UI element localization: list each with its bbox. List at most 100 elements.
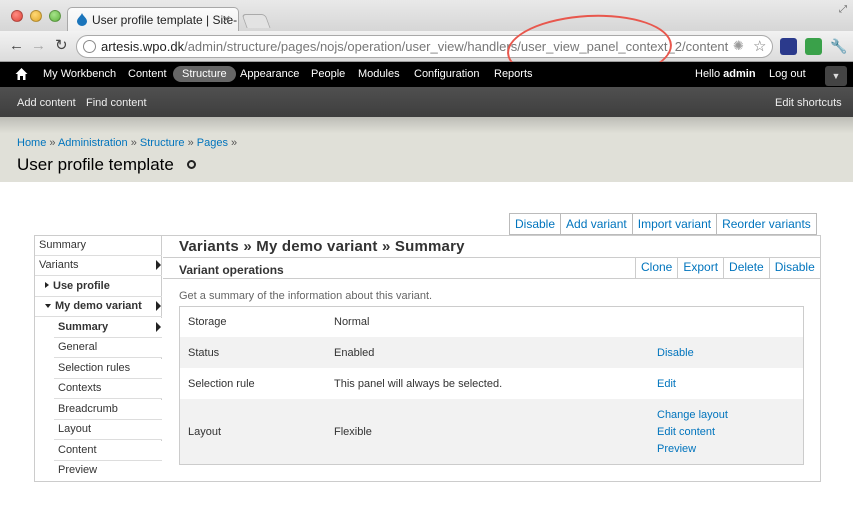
breadcrumb-structure[interactable]: Structure	[140, 137, 185, 149]
add-variant-button[interactable]: Add variant	[561, 214, 633, 234]
sidebar-sub-content[interactable]: Content	[54, 441, 162, 461]
sidebar-sub-general[interactable]: General	[54, 338, 162, 358]
status-disable-link[interactable]: Disable	[657, 347, 694, 359]
arrow-right-icon	[156, 301, 161, 311]
operations-label: Variant operations	[179, 263, 284, 277]
page-actions: Disable Add variant Import variant Reord…	[509, 213, 817, 235]
browser-toolbar: ← → ↻ artesis.wpo.dk/admin/structure/pag…	[0, 31, 853, 62]
sidebar-variants[interactable]: Variants	[35, 256, 162, 276]
table-row: Status Enabled Disable	[180, 337, 803, 368]
shortcut-bar: Add content Find content Edit shortcuts	[0, 87, 853, 117]
table-row: Storage Normal	[180, 307, 803, 337]
screen: User profile template | Site-I ✕ ⤢ ← → ↻…	[0, 0, 853, 529]
back-icon[interactable]: ←	[9, 37, 24, 55]
page-action-icon[interactable]: ✺	[733, 38, 744, 54]
disable-page-button[interactable]: Disable	[510, 214, 562, 234]
extension-icon[interactable]	[780, 38, 797, 55]
arrow-right-icon	[156, 260, 161, 270]
shortcut-add-content[interactable]: Add content	[17, 97, 76, 109]
sidebar-sub-selection-rules[interactable]: Selection rules	[54, 359, 162, 379]
reload-icon[interactable]: ↻	[55, 37, 68, 55]
refresh-extension-icon[interactable]	[805, 38, 822, 55]
sidebar-my-demo-variant-label: My demo variant	[55, 300, 142, 312]
browser-tab[interactable]: User profile template | Site-I ✕	[67, 7, 239, 31]
menu-configuration[interactable]: Configuration	[414, 68, 479, 80]
breadcrumb-administration[interactable]: Administration	[58, 137, 128, 149]
shortcut-toggle-button[interactable]: ▼	[825, 66, 847, 86]
reorder-variants-button[interactable]: Reorder variants	[717, 214, 817, 234]
fullscreen-icon[interactable]: ⤢	[839, 4, 847, 15]
sidebar-sub-summary[interactable]: Summary	[54, 318, 162, 338]
sidebar-sub-contexts[interactable]: Contexts	[54, 379, 162, 399]
breadcrumb: Home » Administration » Structure » Page…	[17, 137, 238, 149]
edit-content-link[interactable]: Edit content	[657, 426, 715, 438]
export-button[interactable]: Export	[678, 257, 725, 279]
menu-appearance[interactable]: Appearance	[240, 68, 299, 80]
summary-table: Storage Normal Status Enabled Disable Se…	[179, 306, 804, 465]
table-row: Layout Flexible Change layout Edit conte…	[180, 399, 803, 464]
forward-icon[interactable]: →	[31, 37, 46, 55]
clone-button[interactable]: Clone	[636, 257, 679, 279]
window-minimize-button[interactable]	[30, 10, 42, 22]
row-value: Enabled	[334, 347, 375, 359]
row-label: Status	[188, 347, 220, 359]
menu-people[interactable]: People	[311, 68, 345, 80]
bookmark-star-icon[interactable]: ☆	[753, 37, 766, 55]
sidebar-sub-preview[interactable]: Preview	[54, 461, 162, 481]
delete-button[interactable]: Delete	[724, 257, 770, 279]
sidebar-my-demo-variant[interactable]: My demo variant	[35, 297, 162, 317]
new-tab-button[interactable]	[241, 14, 271, 28]
username: admin	[723, 68, 756, 80]
wrench-icon[interactable]: 🔧	[830, 37, 847, 55]
hello-user[interactable]: Hello admin	[695, 68, 756, 80]
row-value: This panel will always be selected.	[334, 378, 503, 390]
arrow-right-icon	[156, 322, 161, 332]
sidebar-sub-layout[interactable]: Layout	[54, 420, 162, 440]
drupal-favicon-icon	[77, 13, 87, 26]
row-label: Selection rule	[188, 378, 255, 390]
sidebar-sub-breadcrumb[interactable]: Breadcrumb	[54, 400, 162, 420]
menu-modules[interactable]: Modules	[358, 68, 400, 80]
breadcrumb-pages[interactable]: Pages	[197, 137, 228, 149]
content-title: Variants » My demo variant » Summary	[179, 238, 465, 255]
menu-my-workbench[interactable]: My Workbench	[43, 68, 116, 80]
window-zoom-button[interactable]	[49, 10, 61, 22]
variant-operations: Clone Export Delete Disable	[635, 257, 821, 279]
preview-link[interactable]: Preview	[657, 443, 696, 455]
tab-close-icon[interactable]: ✕	[222, 13, 231, 26]
admin-toolbar: My Workbench Content Structure Appearanc…	[0, 62, 853, 87]
change-layout-link[interactable]: Change layout	[657, 409, 728, 421]
url-host: artesis.wpo.dk	[101, 39, 185, 54]
content-description: Get a summary of the information about t…	[179, 290, 433, 302]
globe-icon	[83, 40, 96, 53]
sidebar-use-profile[interactable]: Use profile	[35, 277, 162, 297]
row-value: Normal	[334, 316, 370, 328]
row-value: Flexible	[334, 426, 372, 438]
menu-content[interactable]: Content	[128, 68, 167, 80]
sidebar-use-profile-label: Use profile	[53, 280, 110, 292]
shortcut-find-content[interactable]: Find content	[86, 97, 147, 109]
contextual-links-icon[interactable]	[187, 160, 196, 169]
sidebar-variants-label: Variants	[39, 259, 79, 271]
sidebar-sub-summary-label: Summary	[58, 321, 109, 333]
logout-link[interactable]: Log out	[769, 68, 806, 80]
selection-edit-link[interactable]: Edit	[657, 378, 676, 390]
breadcrumb-home[interactable]: Home	[17, 137, 46, 149]
browser-tab-strip: User profile template | Site-I ✕ ⤢	[0, 0, 853, 31]
table-row: Selection rule This panel will always be…	[180, 368, 803, 399]
expanded-triangle-icon	[45, 304, 51, 308]
tab-title: User profile template | Site-I	[92, 13, 239, 27]
collapsed-triangle-icon	[45, 282, 49, 288]
disable-variant-button[interactable]: Disable	[770, 257, 821, 279]
row-label: Storage	[188, 316, 227, 328]
edit-shortcuts-link[interactable]: Edit shortcuts	[775, 97, 842, 109]
hello-text: Hello	[695, 68, 721, 80]
home-icon[interactable]	[15, 67, 28, 81]
variant-sidebar: Summary Variants Use profile My demo var…	[35, 236, 162, 481]
window-close-button[interactable]	[11, 10, 23, 22]
menu-structure[interactable]: Structure	[173, 66, 236, 82]
sidebar-summary[interactable]: Summary	[35, 236, 162, 256]
menu-reports[interactable]: Reports	[494, 68, 533, 80]
import-variant-button[interactable]: Import variant	[633, 214, 718, 234]
row-label: Layout	[188, 426, 222, 438]
